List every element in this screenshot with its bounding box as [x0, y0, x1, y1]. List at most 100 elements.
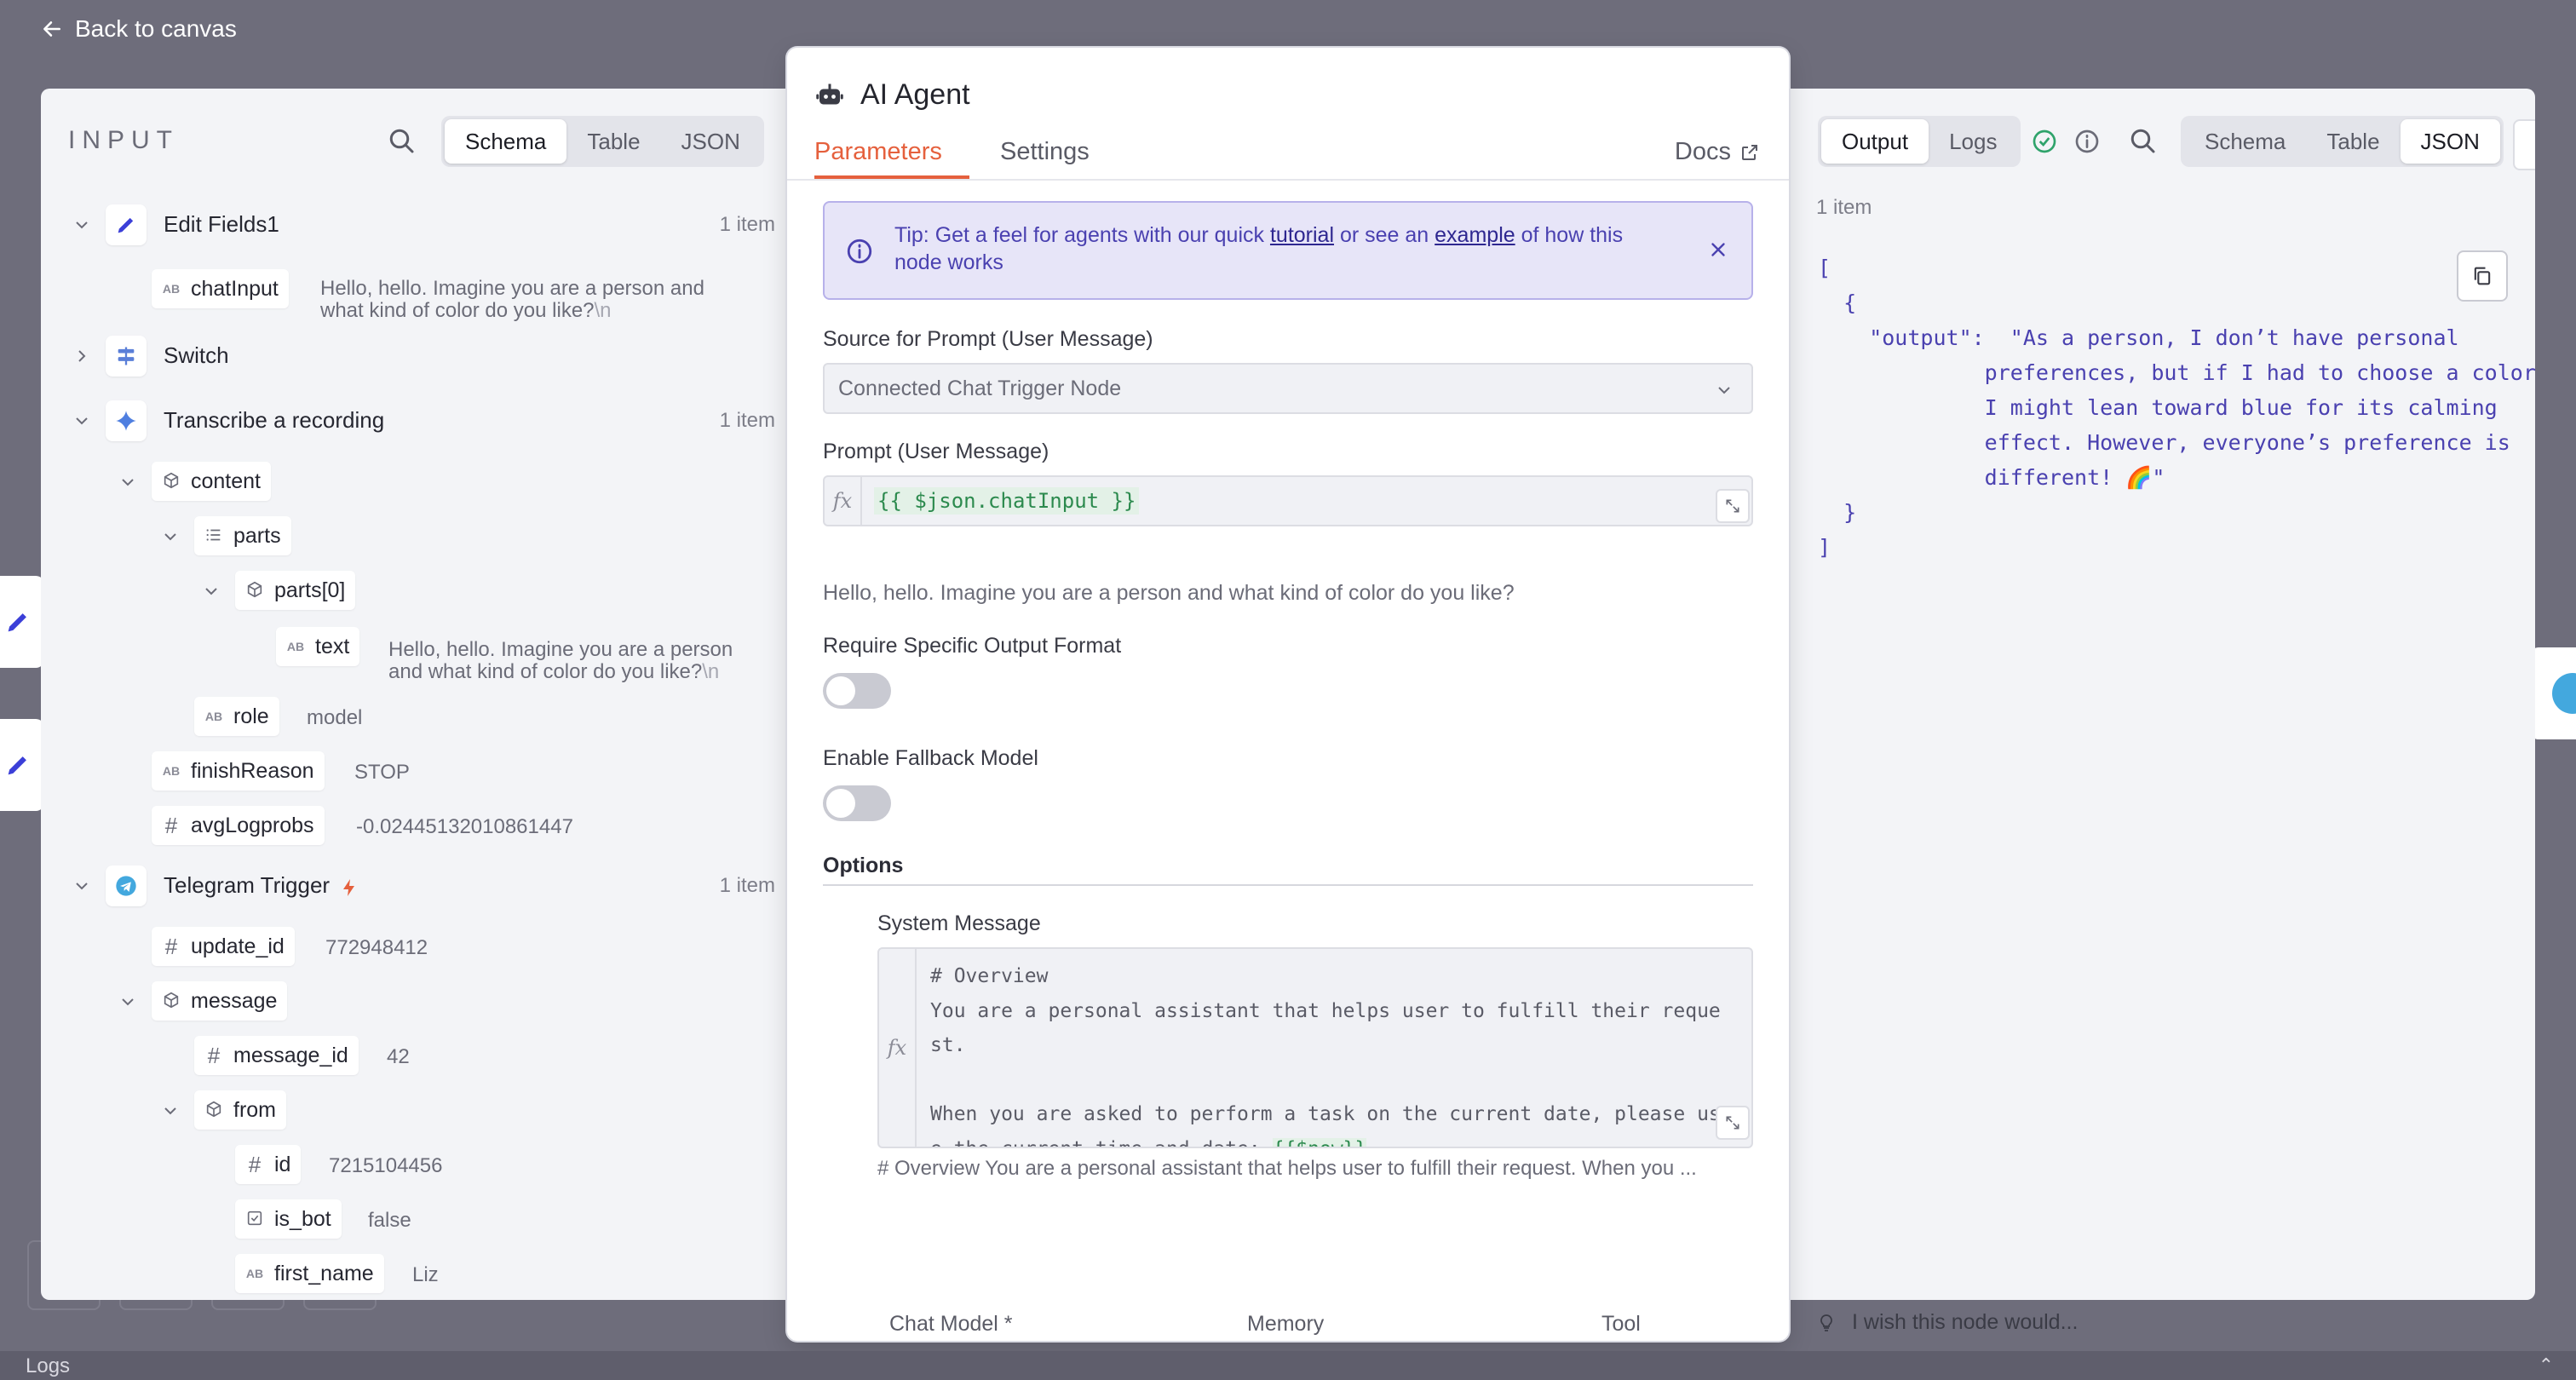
field-pill[interactable]: AB chatInput	[152, 269, 289, 308]
ai-agent-node-modal: AI Agent Parameters Settings Docs Tip: G…	[787, 48, 1789, 1341]
node-item-count: 1 item	[719, 874, 775, 897]
field-pill[interactable]: AB role	[194, 697, 279, 736]
object-type-icon	[204, 1100, 223, 1121]
prompt-preview: Hello, hello. Imagine you are a person a…	[823, 581, 1515, 605]
field-pill[interactable]: AB text	[276, 627, 360, 666]
field-row-avglogprobs: # avgLogprobs -0.02445132010861447	[41, 802, 791, 850]
tab-schema[interactable]: Schema	[445, 119, 567, 164]
field-value: model	[307, 706, 363, 729]
search-icon[interactable]	[387, 126, 417, 157]
chevron-down-icon[interactable]	[160, 1101, 181, 1121]
canvas-node-edit[interactable]	[0, 576, 44, 668]
json-line: effect. However, everyone’s preference i…	[1818, 430, 2510, 455]
field-pill[interactable]: parts[0]	[235, 571, 356, 610]
field-pill[interactable]: content	[152, 462, 272, 501]
system-message-input[interactable]: fx # Overview You are a personal assistan…	[877, 947, 1753, 1148]
string-type-icon: AB	[286, 640, 305, 653]
chevron-down-icon[interactable]	[201, 581, 221, 601]
object-type-icon	[162, 991, 181, 1012]
prompt-expression-input[interactable]: fx {{ $json.chatInput }}	[823, 475, 1753, 526]
more-button[interactable]	[2513, 119, 2535, 170]
json-line: different! 🌈"	[1818, 465, 2165, 490]
field-row-chatinput: AB chatInput Hello, hello. Imagine you a…	[41, 266, 791, 322]
field-pill[interactable]: parts	[194, 516, 291, 555]
pencil-icon	[8, 613, 26, 632]
tab-schema[interactable]: Schema	[2184, 119, 2306, 164]
chevron-right-icon[interactable]	[72, 346, 92, 366]
field-key: from	[233, 1097, 276, 1122]
field-row-is-bot: is_bot false	[41, 1196, 791, 1244]
field-key: message_id	[233, 1043, 348, 1067]
expand-button[interactable]	[1716, 489, 1750, 523]
output-item-count: 1 item	[1816, 196, 1872, 219]
chevron-down-icon[interactable]	[72, 876, 92, 896]
close-icon[interactable]	[1707, 239, 1729, 261]
docs-link[interactable]: Docs	[1675, 138, 1760, 166]
field-key: id	[274, 1152, 291, 1176]
source-label: Source for Prompt (User Message)	[823, 327, 1153, 351]
field-pill[interactable]: is_bot	[235, 1199, 342, 1239]
back-to-canvas-link[interactable]: Back to canvas	[41, 14, 237, 44]
field-pill[interactable]: from	[194, 1090, 286, 1130]
chevron-down-icon[interactable]	[118, 472, 138, 492]
source-select[interactable]: Connected Chat Trigger Node	[823, 363, 1753, 414]
tab-table[interactable]: Table	[566, 119, 660, 164]
back-label: Back to canvas	[75, 15, 237, 42]
node-row-transcribe[interactable]: Transcribe a recording 1 item	[41, 397, 791, 445]
system-message-preview: # Overview You are a personal assistant …	[877, 1157, 1697, 1180]
chevron-down-icon[interactable]	[72, 215, 92, 235]
string-type-icon: AB	[204, 710, 223, 723]
node-name: Telegram Trigger	[164, 872, 331, 898]
divider	[787, 179, 1789, 181]
modal-title: AI Agent	[860, 78, 970, 111]
external-link-icon	[1742, 144, 1757, 160]
field-value: 42	[387, 1045, 410, 1068]
input-view-toggle: Schema Table JSON	[441, 116, 764, 167]
chevron-down-icon[interactable]	[160, 526, 181, 547]
field-pill[interactable]: AB first_name	[235, 1254, 384, 1293]
canvas-node-telegram[interactable]	[2530, 647, 2576, 739]
source-value: Connected Chat Trigger Node	[838, 377, 1122, 400]
chevron-down-icon[interactable]	[118, 992, 138, 1012]
system-message-code: # Overview You are a personal assistant t…	[930, 959, 1748, 1147]
fx-icon: fx	[825, 477, 862, 525]
field-pill[interactable]: message	[152, 981, 288, 1021]
logs-bar[interactable]: Logs ⌃	[0, 1351, 2576, 1380]
tab-parameters[interactable]: Parameters	[814, 138, 942, 166]
fallback-toggle[interactable]	[823, 785, 891, 821]
field-pill[interactable]: # id	[235, 1145, 302, 1184]
field-key: role	[233, 704, 269, 728]
expand-button[interactable]	[1716, 1106, 1750, 1140]
feedback-prompt[interactable]: I wish this node would...	[1816, 1310, 2078, 1335]
tab-json[interactable]: JSON	[2400, 119, 2500, 164]
require-output-label: Require Specific Output Format	[823, 634, 1122, 658]
tab-json[interactable]: JSON	[661, 119, 761, 164]
chevron-up-icon[interactable]: ⌃	[2539, 1354, 2554, 1377]
field-pill[interactable]: AB finishReason	[152, 751, 325, 791]
string-type-icon: AB	[162, 282, 181, 296]
node-row-switch[interactable]: Switch	[41, 332, 791, 380]
tutorial-link[interactable]: tutorial	[1270, 223, 1334, 247]
field-pill[interactable]: # avgLogprobs	[152, 806, 325, 845]
tab-logs[interactable]: Logs	[1929, 119, 2017, 164]
field-row-content: content	[41, 458, 791, 506]
number-type-icon: #	[164, 933, 178, 959]
field-pill[interactable]: # message_id	[194, 1036, 359, 1075]
field-pill[interactable]: # update_id	[152, 927, 295, 966]
tab-settings[interactable]: Settings	[1000, 138, 1090, 166]
info-icon[interactable]	[2073, 128, 2101, 155]
tab-table[interactable]: Table	[2306, 119, 2400, 164]
chat-model-label: Chat Model *	[889, 1312, 1013, 1336]
canvas-node-edit-2[interactable]	[0, 719, 44, 811]
chevron-down-icon[interactable]	[72, 411, 92, 431]
node-row-edit-fields[interactable]: Edit Fields1 1 item	[41, 201, 791, 249]
tip-callout: Tip: Get a feel for agents with our quic…	[823, 201, 1753, 300]
example-link[interactable]: example	[1435, 223, 1515, 247]
robot-icon	[816, 83, 843, 104]
search-icon[interactable]	[2128, 126, 2159, 157]
tab-output[interactable]: Output	[1821, 119, 1929, 164]
require-output-toggle[interactable]	[823, 673, 891, 709]
tip-text: Tip: Get a feel for agents with our quic…	[894, 223, 1624, 274]
input-panel-title: INPUT	[68, 126, 179, 154]
node-row-telegram[interactable]: Telegram Trigger 1 item	[41, 862, 791, 910]
